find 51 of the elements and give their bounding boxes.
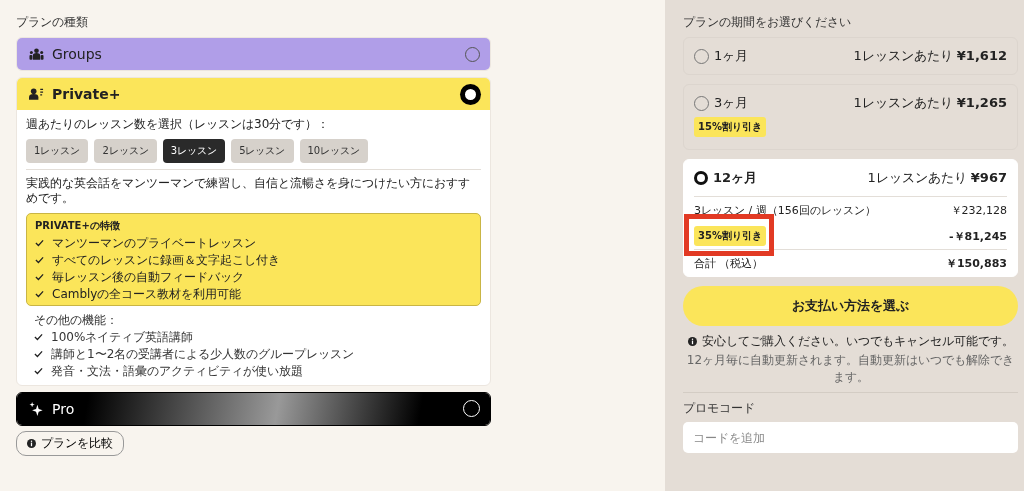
lesson-count-chip[interactable]: 3レッスン [162,138,226,163]
feature-text: 発音・文法・語彙のアクティビティが使い放題 [51,362,303,380]
discount-amount: -￥81,245 [949,228,1007,244]
info-icon [687,337,697,346]
person-speaking-icon [29,87,44,101]
price-per-lesson: 1レッスンあたり ¥1,265 [853,94,1007,112]
lesson-count-chip[interactable]: 2レッスン [94,138,157,163]
discount-badge: 35%割り引き [694,226,766,246]
sparkle-icon [29,401,44,416]
people-icon [29,47,44,61]
section-label: プランの期間をお選びください [683,14,852,31]
section-label: プランの種類 [16,14,89,31]
plan-card[interactable] [16,77,491,386]
radio-button[interactable] [461,84,480,104]
renewal-note: 12ヶ月毎に自動更新されます。自動更新はいつでも解除できます。 [685,352,1016,386]
feature-text: 100%ネイティブ英語講師 [51,328,194,346]
lesson-count-chip[interactable]: 1レッスン [26,138,89,163]
promo-code-label: プロモコード [683,400,756,417]
feature-text: すべてのレッスンに録画＆文字起こし付き [52,251,280,269]
plan-description: 実践的な英会話をマンツーマンで練習し、自信と流暢さを身につけたい方におすすめです。 [26,175,471,207]
duration-name: 1ヶ月 [714,47,750,65]
subtotal-amount: ￥232,128 [950,202,1007,218]
features-title: PRIVATE+の特徴 [35,218,121,233]
compare-plans-button[interactable]: プランを比較 [16,430,124,456]
payment-method-button[interactable]: お支払い方法を選ぶ [683,286,1018,326]
radio-button[interactable] [694,171,708,185]
lesson-count-chip[interactable]: 10レッスン [299,138,369,163]
plan-card[interactable]: Groups [16,37,491,71]
plan-name: Private+ [52,86,122,102]
feature-text: マンツーマンのプライベートレッスン [52,234,256,252]
feature-text: 毎レッスン後の自動フィードバック [52,268,244,286]
lesson-count-chip[interactable]: 5レッスン [231,138,294,163]
feature-text: Camblyの全コース教材を利用可能 [52,285,242,303]
duration-name: 12ヶ月 [713,169,759,187]
info-icon [27,438,36,448]
plan-name: Pro [52,400,76,417]
duration-card[interactable]: 3ヶ月 1レッスンあたり ¥1,265 15%割り引き [683,84,1018,150]
discount-badge: 15%割り引き [694,117,766,137]
price-per-lesson: 1レッスンあたり ¥967 [867,169,1007,187]
other-features-title: その他の機能： [34,311,119,329]
feature-text: 講師と1〜2名の受講者による少人数のグループレッスン [51,345,355,363]
total-amount: ￥150,883 [945,255,1007,271]
plan-name: Groups [52,46,103,62]
duration-card[interactable]: 1ヶ月 1レッスンあたり ¥1,612 [683,37,1018,75]
price-per-lesson: 1レッスンあたり ¥1,612 [853,47,1007,65]
duration-name: 3ヶ月 [714,94,750,112]
promo-code-field[interactable]: コードを追加 [683,422,1018,453]
notice-text: 安心してご購入ください。いつでもキャンセル可能です。 [701,333,1014,350]
lessons-prompt: 週あたりのレッスン数を選択（レッスンは30分です）： [26,117,331,133]
plan-card[interactable]: Pro [16,391,491,426]
total-label: 合計 （税込） [694,255,764,271]
